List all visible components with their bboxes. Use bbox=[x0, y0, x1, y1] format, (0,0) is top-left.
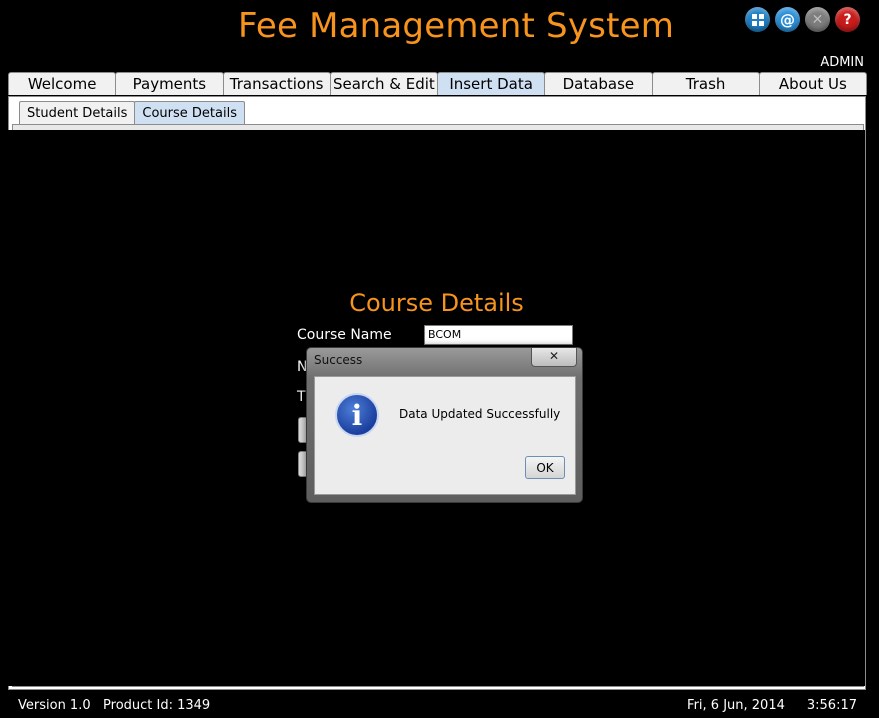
time-label: 3:56:17 bbox=[806, 698, 857, 713]
product-id-label: Product Id: 1349 bbox=[103, 698, 211, 713]
ok-button[interactable]: OK bbox=[525, 456, 565, 479]
field3-label: T bbox=[297, 389, 306, 405]
version-label: Version 1.0 bbox=[18, 698, 91, 713]
tab-transactions[interactable]: Transactions bbox=[222, 72, 331, 95]
tab-search-edit[interactable]: Search & Edit bbox=[329, 72, 438, 95]
subtab-course-details[interactable]: Course Details bbox=[134, 101, 245, 124]
subtab-student-details[interactable]: Student Details bbox=[19, 101, 136, 124]
help-icon[interactable]: ? bbox=[835, 7, 860, 32]
form-title: Course Details bbox=[349, 289, 524, 317]
dialog-title: Success bbox=[314, 353, 363, 367]
success-dialog: Success ✕ i Data Updated Successfully OK bbox=[306, 347, 583, 503]
course-name-field[interactable]: BCOM bbox=[424, 325, 573, 345]
date-label: Fri, 6 Jun, 2014 bbox=[687, 698, 785, 713]
apps-grid-icon[interactable] bbox=[745, 7, 770, 32]
close-circle-icon[interactable]: ✕ bbox=[805, 7, 830, 32]
tab-about-us[interactable]: About Us bbox=[758, 72, 867, 95]
sub-tabs: Student Details Course Details bbox=[19, 101, 245, 124]
at-email-icon[interactable]: @ bbox=[775, 7, 800, 32]
dialog-close-button[interactable]: ✕ bbox=[531, 348, 577, 367]
main-tabs: Welcome Payments Transactions Search & E… bbox=[8, 72, 867, 96]
tab-payments[interactable]: Payments bbox=[115, 72, 224, 95]
tab-insert-data[interactable]: Insert Data bbox=[437, 72, 546, 95]
user-label: ADMIN bbox=[820, 55, 864, 70]
window-controls: @ ✕ ? bbox=[745, 7, 860, 32]
dialog-body: i Data Updated Successfully OK bbox=[314, 376, 576, 495]
status-bar-left: Version 1.0 Product Id: 1349 bbox=[18, 698, 210, 713]
tab-welcome[interactable]: Welcome bbox=[8, 72, 117, 95]
tab-trash[interactable]: Trash bbox=[651, 72, 760, 95]
status-bar-right: Fri, 6 Jun, 2014 3:56:17 bbox=[687, 698, 857, 713]
course-name-label: Course Name bbox=[297, 327, 392, 343]
tab-database[interactable]: Database bbox=[544, 72, 653, 95]
info-icon: i bbox=[335, 393, 379, 437]
dialog-message: Data Updated Successfully bbox=[399, 407, 561, 421]
